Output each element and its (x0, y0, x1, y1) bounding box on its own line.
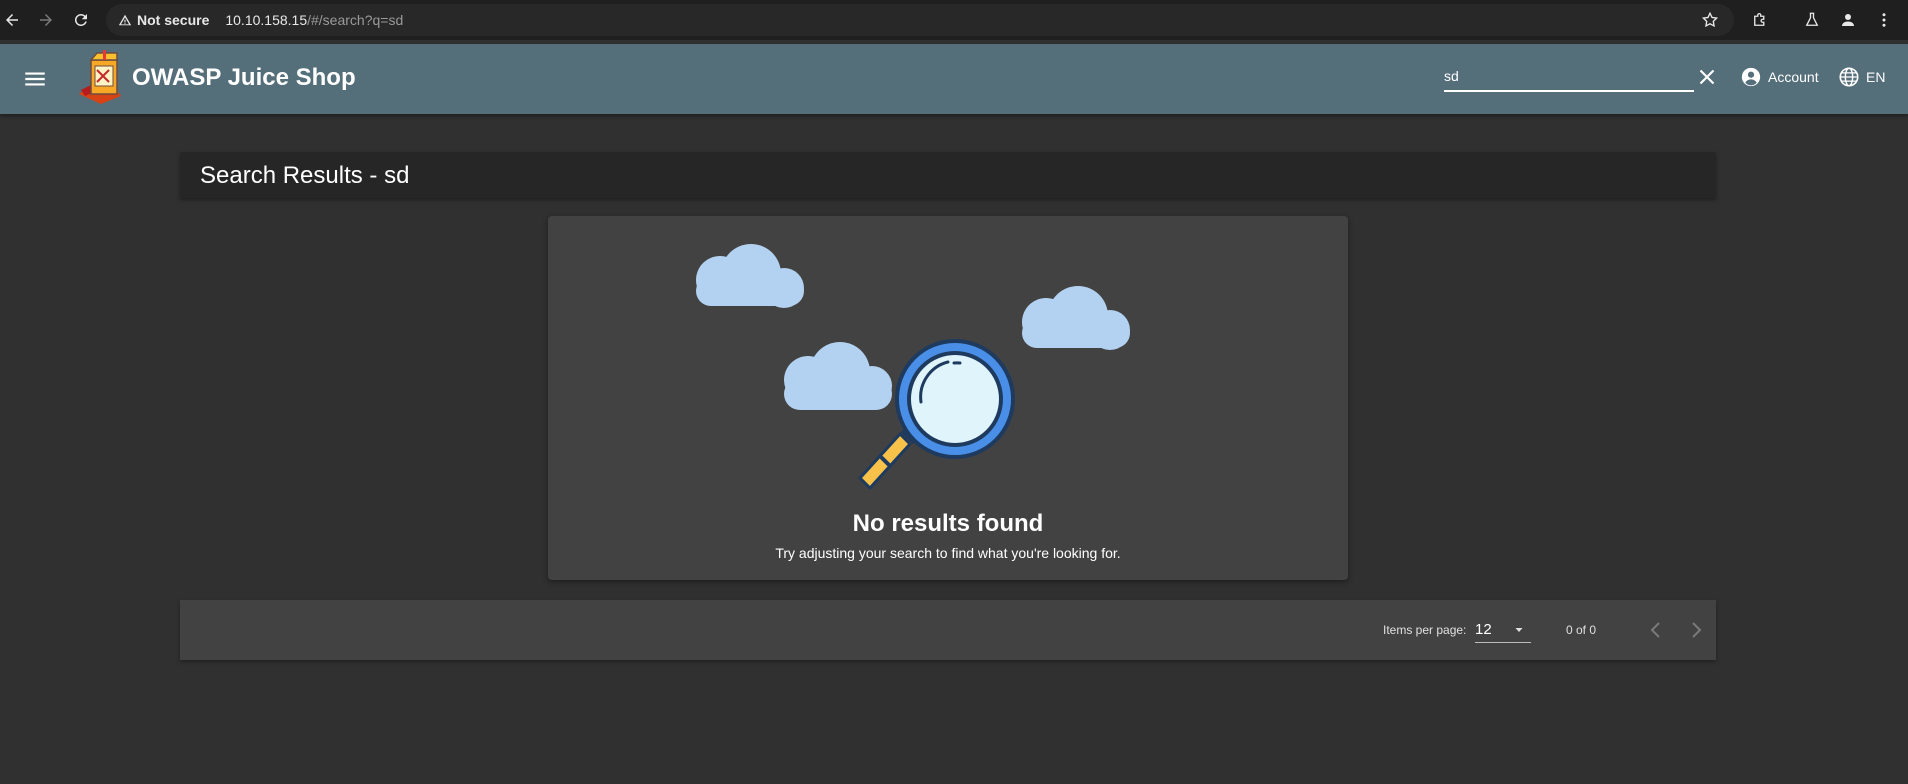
items-per-page-label: Items per page: (1383, 623, 1467, 637)
url-path: /#/search?q=sd (307, 12, 404, 28)
account-button[interactable]: Account (1740, 64, 1819, 90)
forward-button[interactable] (34, 8, 58, 32)
search-results-header: Search Results - sd (180, 152, 1716, 198)
warning-icon (118, 14, 132, 26)
security-label: Not secure (137, 12, 210, 28)
page-range-label: 0 of 0 (1566, 623, 1597, 637)
items-per-page-select[interactable]: 12 (1475, 617, 1531, 643)
search-clear-button[interactable] (1694, 64, 1720, 90)
paginator: Items per page: 12 0 of 0 (180, 600, 1716, 660)
app-title[interactable]: OWASP Juice Shop (132, 64, 356, 92)
cloud-icon (784, 342, 892, 410)
search-field[interactable] (1444, 60, 1694, 92)
address-bar[interactable]: Not secure 10.10.158.15/#/search?q=sd (106, 4, 1734, 36)
next-page-button[interactable] (1684, 618, 1708, 642)
search-results-title: Search Results - sd (200, 162, 410, 189)
globe-icon (1839, 67, 1859, 87)
close-icon (1699, 69, 1715, 85)
no-results-illustration (696, 244, 1130, 490)
search-input[interactable] (1444, 60, 1694, 88)
language-button[interactable]: EN (1838, 64, 1885, 90)
chevron-right-icon (1692, 622, 1702, 638)
security-indicator[interactable]: Not secure (118, 12, 209, 28)
browser-menu-button[interactable] (1872, 8, 1896, 32)
no-results-card: No results found Try adjusting your sear… (548, 216, 1348, 580)
url-host: 10.10.158.15 (225, 12, 308, 28)
juice-carton-icon (79, 50, 121, 104)
items-per-page-value: 12 (1475, 621, 1492, 638)
cloud-icon (1022, 286, 1130, 350)
more-vertical-icon (1882, 13, 1886, 27)
language-label: EN (1866, 69, 1886, 85)
no-results-subtitle: Try adjusting your search to find what y… (775, 545, 1121, 561)
magnifying-glass-icon (858, 339, 1015, 490)
sidenav-menu-button[interactable] (22, 66, 48, 92)
chevron-left-icon (1650, 622, 1660, 638)
reload-button[interactable] (69, 8, 93, 32)
account-label: Account (1768, 69, 1819, 85)
browser-bar: Not secure 10.10.158.15/#/search?q=sd (0, 0, 1908, 40)
previous-page-button[interactable] (1644, 618, 1668, 642)
flask-icon (1805, 12, 1819, 26)
no-results-title: No results found (852, 510, 1044, 537)
back-button[interactable] (0, 8, 24, 32)
bookmark-star-button[interactable] (1698, 8, 1722, 32)
arrow-left-icon (6, 14, 18, 26)
arrow-right-icon (40, 14, 52, 26)
account-circle-icon (1741, 67, 1761, 87)
cloud-icon (696, 244, 804, 308)
reload-icon (74, 13, 87, 26)
profile-button[interactable] (1836, 8, 1860, 32)
labs-button[interactable] (1800, 8, 1824, 32)
puzzle-icon (1754, 13, 1765, 26)
dropdown-arrow-icon (1515, 627, 1523, 632)
juice-shop-logo[interactable] (75, 50, 125, 106)
url-text: 10.10.158.15/#/search?q=sd (225, 12, 403, 28)
app-toolbar: OWASP Juice Shop Account EN (0, 44, 1908, 114)
star-icon (1701, 11, 1719, 28)
extensions-button[interactable] (1748, 8, 1772, 32)
person-icon (1842, 14, 1854, 26)
hamburger-menu-icon (25, 72, 45, 86)
